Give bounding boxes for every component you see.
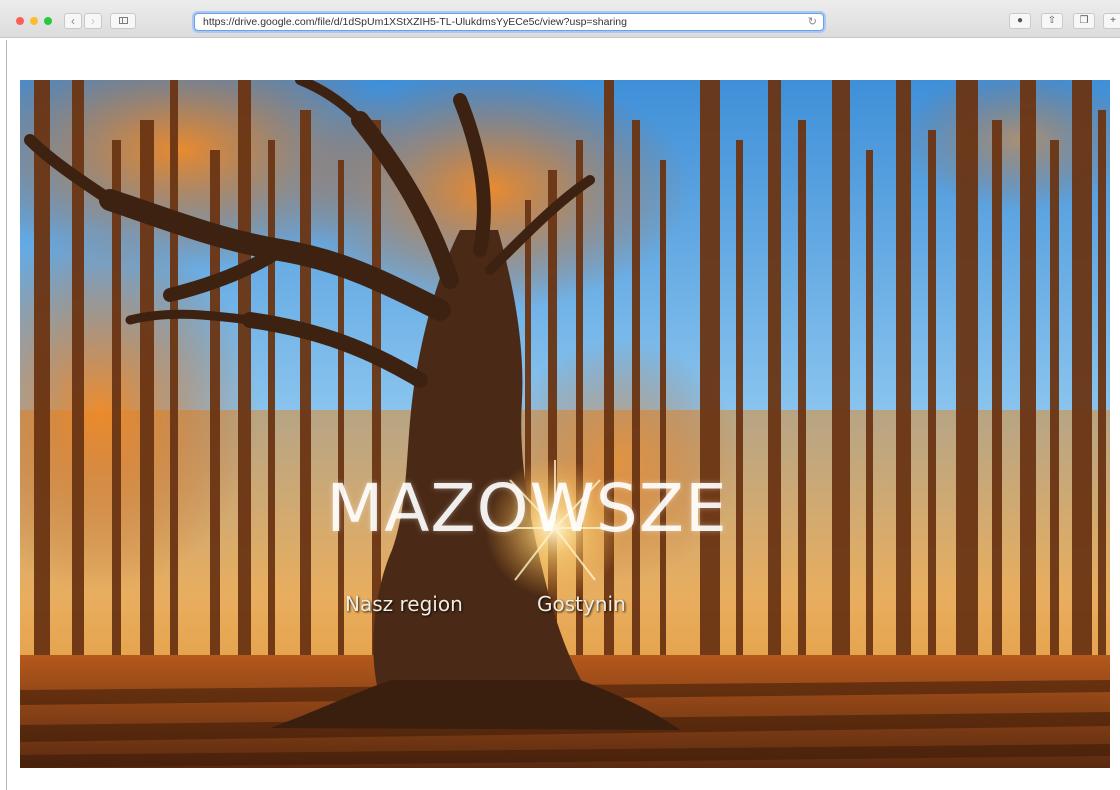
back-arrow-icon: ‹ — [71, 14, 75, 28]
close-window-button[interactable] — [16, 17, 24, 25]
forward-arrow-icon: › — [91, 14, 95, 28]
tabs-overview-button[interactable]: ❐ — [1073, 13, 1095, 29]
info-button[interactable]: ● — [1009, 13, 1031, 29]
browser-toolbar: ‹ › https://drive.google.com/file/d/1dSp… — [0, 0, 1120, 38]
hero-subtitle-region: Nasz region — [345, 592, 463, 616]
reload-icon[interactable]: ↻ — [808, 15, 817, 28]
window-edge — [6, 40, 7, 790]
back-button[interactable]: ‹ — [64, 13, 82, 29]
more-icon: + — [1110, 15, 1116, 26]
hero-subtitle-city: Gostynin — [537, 592, 626, 616]
forward-button[interactable]: › — [84, 13, 102, 29]
share-icon: ⇧ — [1047, 15, 1057, 26]
minimize-window-button[interactable] — [30, 17, 38, 25]
tabs-icon: ❐ — [1079, 15, 1089, 26]
share-button[interactable]: ⇧ — [1041, 13, 1063, 29]
address-bar[interactable]: https://drive.google.com/file/d/1dSpUm1X… — [194, 13, 824, 31]
more-button[interactable]: + — [1103, 13, 1120, 29]
info-icon: ● — [1016, 15, 1024, 26]
url-text[interactable]: https://drive.google.com/file/d/1dSpUm1X… — [203, 16, 627, 28]
hero-title: MAZOWSZE — [326, 470, 728, 547]
zoom-window-button[interactable] — [44, 17, 52, 25]
forest-illustration — [20, 80, 1110, 768]
sidebar-toggle-button[interactable] — [110, 13, 136, 29]
forest-hero-image: MAZOWSZE Nasz region Gostynin — [20, 80, 1110, 768]
